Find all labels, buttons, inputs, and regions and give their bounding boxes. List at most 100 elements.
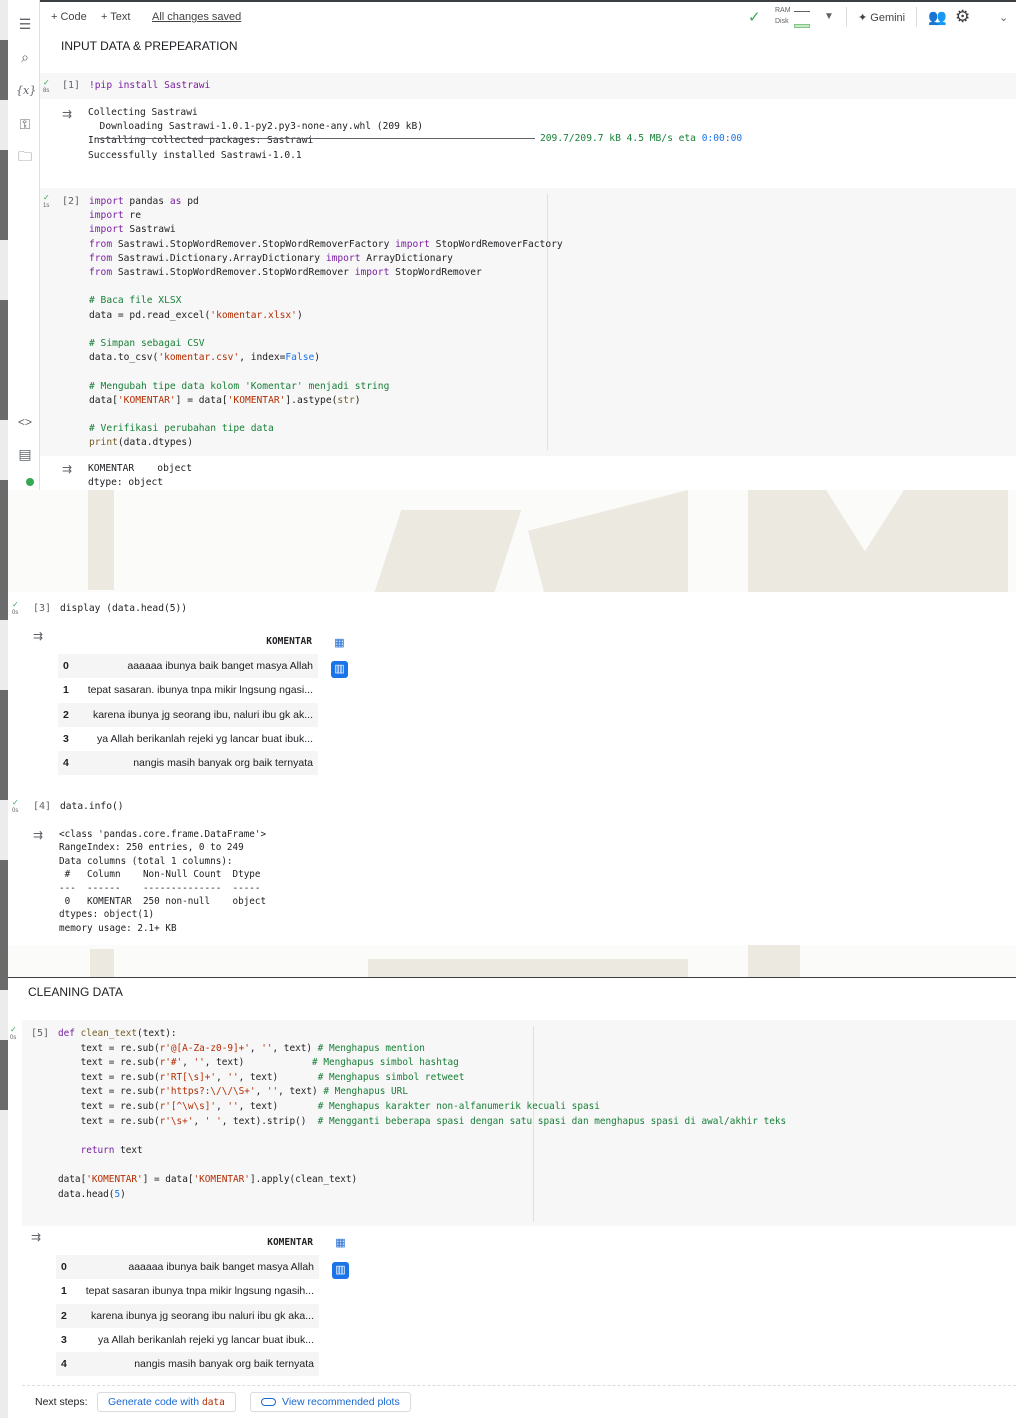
code-editor-2[interactable]: import pandas as pd import re import Sas… — [89, 195, 563, 451]
toolbar-divider — [916, 7, 917, 27]
generate-code-var: data — [201, 1397, 225, 1408]
save-status-link[interactable]: All changes saved — [152, 11, 241, 23]
ram-bar — [794, 11, 810, 12]
generate-code-label: Generate code with — [108, 1396, 200, 1408]
output-line: Successfully installed Sastrawi-1.0.1 — [88, 149, 302, 161]
suggest-charts-icon[interactable]: ▥ — [332, 1262, 349, 1279]
output-line: dtypes: object(1) — [59, 909, 155, 921]
run-time: 0s — [12, 808, 19, 814]
output-toggle-icon[interactable]: ⇉ — [33, 629, 49, 643]
output-line: memory usage: 2.1+ KB — [59, 922, 177, 934]
watermark-shape — [90, 949, 114, 977]
dataframe-table: 0 aaaaaa ibunya baik banget masya Allah 1… — [56, 1255, 319, 1377]
output-1: Collecting Sastrawi Downloading Sastrawi… — [88, 106, 423, 163]
progress-stats: 209.7/209.7 kB 4.5 MB/s eta — [540, 133, 696, 144]
code-editor-5[interactable]: def clean_text(text): text = re.sub(r'@[… — [58, 1027, 786, 1202]
convert-to-table-icon[interactable]: ▦ — [331, 634, 348, 651]
execution-count: [1] — [62, 80, 81, 91]
table-row: 1 tepat sasaran ibunya tnpa mikir lngsung… — [56, 1279, 319, 1303]
collapse-chevron-icon[interactable]: ⌄ — [999, 11, 1008, 24]
add-code-button[interactable]: + Code — [51, 11, 87, 23]
progress-bar — [98, 138, 535, 139]
table-row: 2 karena ibunya jg seorang ibu naluri ibu… — [56, 1303, 319, 1328]
output-toggle-icon[interactable]: ⇉ — [31, 1230, 47, 1244]
share-people-icon[interactable]: 👥 — [928, 8, 947, 26]
generate-code-button[interactable]: Generate code with data — [97, 1392, 236, 1412]
row-index: 3 — [63, 733, 69, 746]
watermark-shape — [748, 490, 1008, 592]
search-icon[interactable]: ⌕ — [16, 48, 34, 66]
row-index: 3 — [61, 1334, 67, 1347]
watermark-shape — [368, 959, 688, 977]
code-editor-3[interactable]: display (data.head(5)) — [60, 602, 187, 616]
watermark-shape — [748, 945, 800, 977]
gemini-button[interactable]: ✦ Gemini — [858, 11, 905, 24]
suggest-charts-icon[interactable]: ▥ — [331, 661, 348, 678]
run-time: 1s — [43, 203, 50, 209]
variables-icon[interactable]: {x} — [16, 82, 36, 100]
dataframe-table: 0 aaaaaa ibunya baik banget masya Allah 1… — [58, 654, 318, 776]
output-line: # Column Non-Null Count Dtype — [59, 869, 267, 881]
progress-text: 209.7/209.7 kB 4.5 MB/s eta 0:00:00 — [540, 132, 742, 146]
resource-monitor[interactable]: RAM Disk — [772, 7, 814, 29]
command-palette-icon[interactable]: ▤ — [16, 445, 34, 463]
output-line: 0 KOMENTAR 250 non-null object — [59, 896, 267, 908]
settings-gear-icon[interactable]: ⚙ — [955, 7, 970, 27]
watermark-shape — [88, 490, 114, 590]
output-line: dtype: object — [88, 477, 164, 489]
next-steps-label: Next steps: — [35, 1396, 88, 1408]
output-line: Data columns (total 1 columns): — [59, 855, 233, 867]
output-toggle-icon[interactable]: ⇉ — [33, 828, 49, 842]
disk-bar — [794, 24, 810, 28]
watermark-band — [8, 490, 1016, 592]
folder-icon[interactable]: 🗀 — [16, 147, 34, 165]
output-4: <class 'pandas.core.frame.DataFrame'> Ran… — [59, 828, 266, 935]
dataframe-output-3: KOMENTAR 0 aaaaaa ibunya baik banget masy… — [58, 630, 318, 776]
status-dot-icon — [26, 478, 34, 486]
code-line: display (data.head(5)) — [60, 603, 188, 614]
output-line: --- ------ -------------- ----- — [59, 882, 267, 894]
code-line: data.info() — [60, 801, 124, 812]
row-index: 1 — [63, 684, 69, 697]
gemini-label: Gemini — [870, 12, 906, 24]
table-row: 4 nangis masih banyak org baik ternyata — [58, 751, 318, 776]
run-time: 0s — [12, 610, 19, 616]
connected-check-icon: ✓ — [748, 9, 761, 26]
table-row: 0 aaaaaa ibunya baik banget masya Allah — [58, 654, 318, 679]
cleaning-section-heading: CLEANING DATA — [28, 985, 123, 999]
run-status-check-icon: ✓ — [43, 78, 50, 87]
code-snippets-icon[interactable]: <> — [16, 413, 34, 431]
row-value: tepat sasaran ibunya tnpa mikir lngsung … — [85, 1285, 314, 1298]
section-divider — [8, 977, 1016, 978]
input-section-heading: INPUT DATA & PREPEARATION — [61, 39, 238, 53]
toolbar-divider — [846, 7, 847, 27]
row-index: 1 — [61, 1285, 67, 1298]
output-line: <class 'pandas.core.frame.DataFrame'> — [59, 829, 267, 840]
convert-to-table-icon[interactable]: ▦ — [332, 1235, 349, 1252]
code-editor-4[interactable]: data.info() — [60, 800, 124, 814]
table-row: 2 karena ibunya jg seorang ibu, naluri ib… — [58, 702, 318, 727]
table-row: 1 tepat sasaran. ibunya tnpa mikir lngsun… — [58, 678, 318, 702]
watermark-band — [8, 945, 1016, 977]
add-text-button[interactable]: + Text — [101, 11, 130, 23]
output-toggle-icon[interactable]: ⇉ — [62, 107, 78, 121]
column-header: KOMENTAR — [266, 636, 312, 647]
output-line: Installing collected packages: Sastrawi — [88, 135, 314, 147]
runtime-dropdown-icon[interactable]: ▼ — [824, 11, 834, 22]
code-editor-1[interactable]: !pip install Sastrawi — [89, 79, 210, 93]
view-plots-label: View recommended plots — [282, 1396, 400, 1408]
table-of-contents-icon[interactable]: ☰ — [16, 15, 34, 33]
run-status-check-icon: ✓ — [43, 193, 50, 202]
table-row: 3 ya Allah berikanlah rejeki yg lancar bu… — [58, 727, 318, 751]
run-time: 8s — [43, 88, 50, 94]
output-toggle-icon[interactable]: ⇉ — [62, 462, 78, 476]
key-icon[interactable]: ⚿ — [16, 115, 34, 133]
row-value: ya Allah berikanlah rejeki yg lancar bua… — [98, 1334, 314, 1347]
code-line: !pip install Sastrawi — [89, 80, 211, 91]
ram-label: RAM — [775, 7, 791, 14]
row-index: 0 — [56, 1255, 78, 1280]
run-status-check-icon: ✓ — [12, 600, 19, 609]
view-recommended-plots-button[interactable]: View recommended plots — [250, 1392, 411, 1412]
row-value: ya Allah berikanlah rejeki yg lancar bua… — [97, 733, 313, 746]
next-steps-divider — [22, 1385, 1016, 1386]
